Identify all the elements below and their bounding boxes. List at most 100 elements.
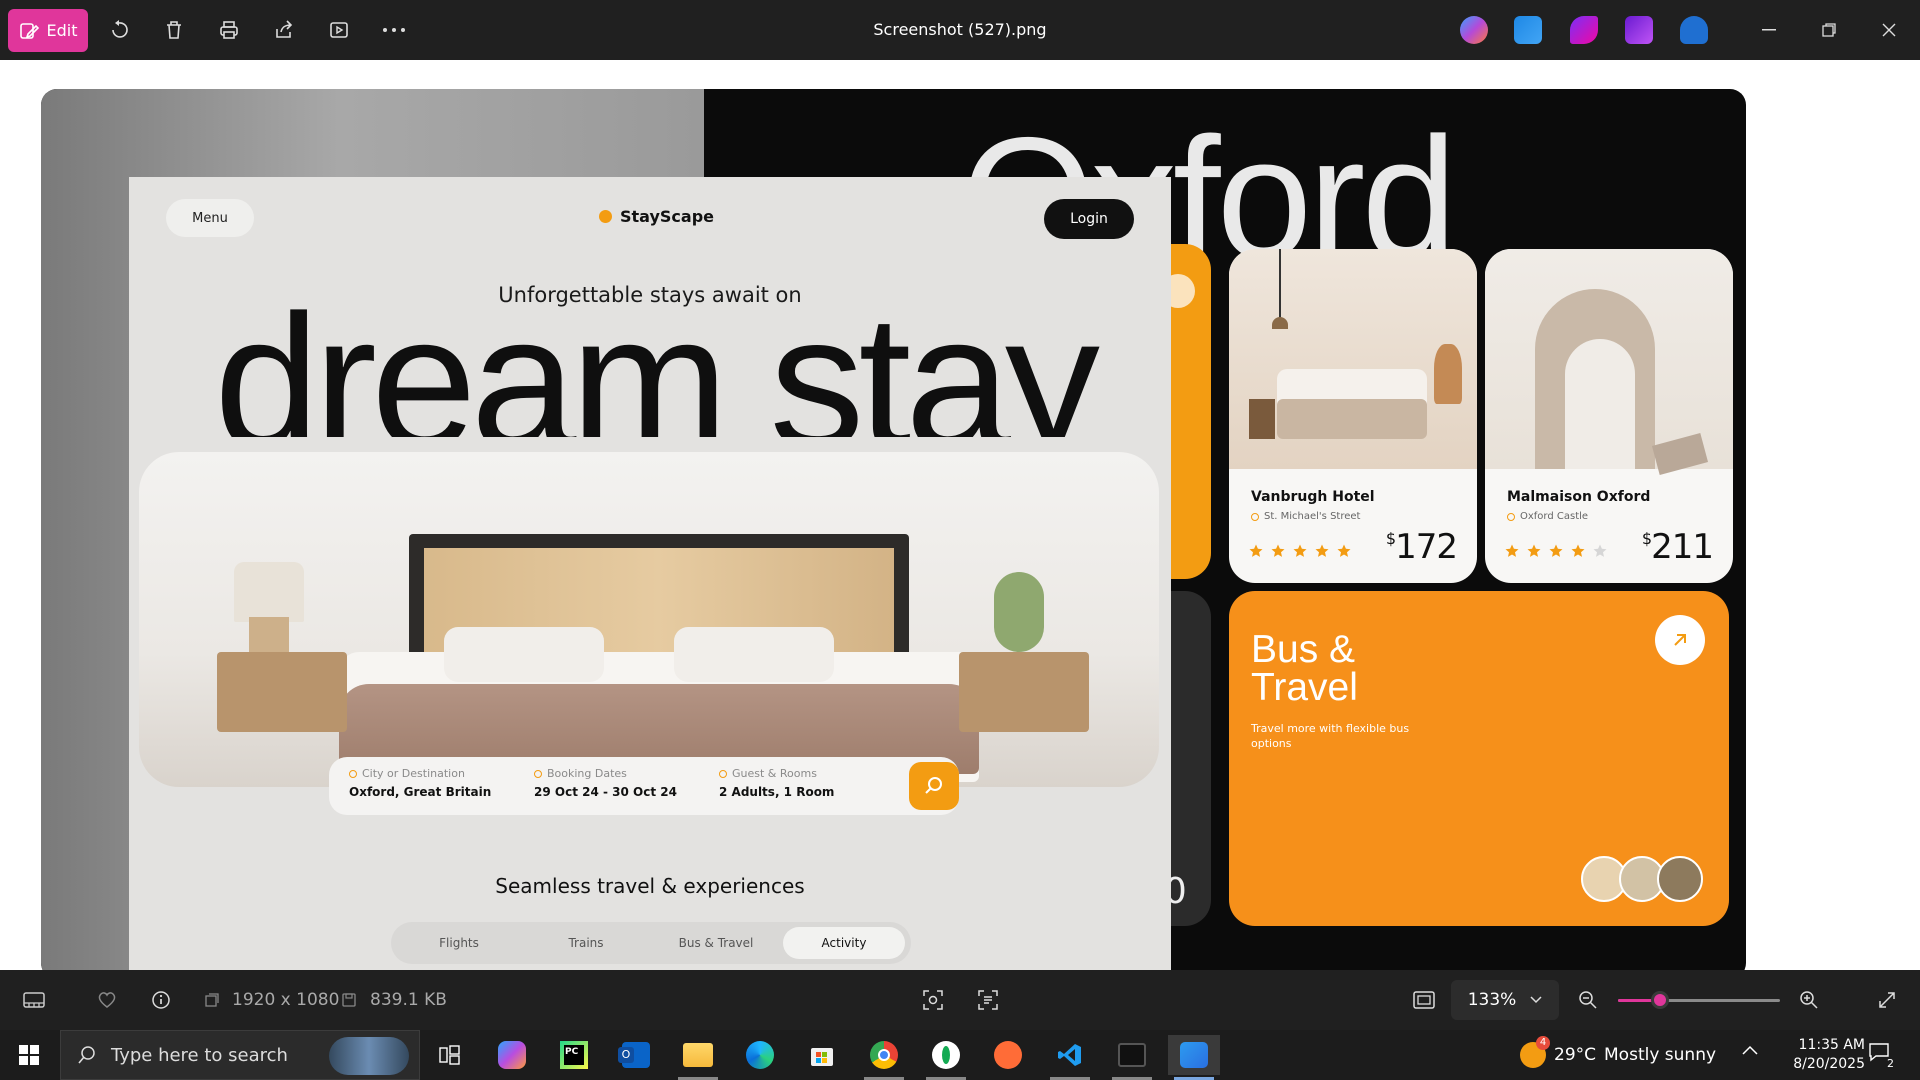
onedrive-icon[interactable]: [1680, 16, 1708, 44]
hotel-price: $211: [1641, 527, 1714, 567]
zoom-level: 133%: [1467, 990, 1517, 1010]
zoom-slider-thumb[interactable]: [1651, 991, 1670, 1009]
tab-bus-travel[interactable]: Bus & Travel: [656, 927, 776, 959]
login-button[interactable]: Login: [1044, 199, 1134, 239]
star-filled-icon: [1337, 544, 1351, 557]
search-highlight-icon: [329, 1037, 409, 1075]
star-filled-icon: [1315, 544, 1329, 557]
bus-card-subtitle: Travel more with flexible bus options: [1251, 722, 1410, 750]
show-hidden-icons-icon[interactable]: [1742, 1045, 1764, 1065]
section-title: Seamless travel & experiences: [495, 874, 805, 898]
ticket-thumbnails: [1581, 856, 1703, 902]
designer-icon[interactable]: [1570, 16, 1598, 44]
filmstrip-icon[interactable]: [18, 984, 50, 1016]
task-view-icon[interactable]: [424, 1035, 476, 1075]
pycharm-icon[interactable]: PC: [548, 1035, 600, 1075]
hotel-card[interactable]: Vanbrugh Hotel St. Michael's Street $172: [1229, 249, 1477, 583]
delete-icon[interactable]: [158, 14, 190, 46]
share-icon[interactable]: [268, 14, 300, 46]
more-options-icon[interactable]: [378, 14, 410, 46]
fit-to-window-icon[interactable]: [1408, 984, 1440, 1016]
hero-bedroom-image: [139, 452, 1159, 787]
rating-stars: [1249, 544, 1351, 558]
hotel-location: Oxford Castle: [1507, 511, 1588, 522]
chrome-icon[interactable]: [858, 1035, 910, 1080]
star-filled-icon: [1527, 544, 1541, 557]
arrow-up-right-icon[interactable]: [1655, 615, 1705, 665]
start-button[interactable]: [0, 1030, 58, 1080]
outlook-icon[interactable]: O: [610, 1035, 662, 1075]
rotate-icon[interactable]: [103, 14, 135, 46]
location-pin-icon: [349, 769, 357, 778]
photos-bottom-bar: 1920 x 1080 839.1 KB 133%: [0, 970, 1920, 1030]
weather-badge: 4: [1536, 1036, 1550, 1050]
file-size-icon: [333, 984, 365, 1016]
tab-trains[interactable]: Trains: [526, 927, 646, 959]
restore-icon[interactable]: [1805, 12, 1853, 48]
print-icon[interactable]: [213, 14, 245, 46]
copilot-app-icon[interactable]: [486, 1035, 538, 1075]
booking-dates-field[interactable]: Booking Dates 29 Oct 24 - 30 Oct 24: [534, 767, 677, 799]
mongodb-compass-icon[interactable]: [920, 1035, 972, 1080]
image-creator-icon[interactable]: [1514, 16, 1542, 44]
notifications-icon[interactable]: 2: [1868, 1042, 1898, 1070]
booking-search-bar: City or Destination Oxford, Great Britai…: [329, 757, 959, 815]
destination-field[interactable]: City or Destination Oxford, Great Britai…: [349, 767, 491, 799]
edit-button[interactable]: Edit: [8, 9, 88, 52]
location-pin-icon: [1507, 512, 1515, 521]
headline: dream stay: [214, 287, 1100, 437]
file-name-title: Screenshot (527).png: [873, 20, 1047, 39]
edit-icon: [19, 21, 39, 41]
zoom-level-dropdown[interactable]: 133%: [1451, 980, 1559, 1020]
hotel-location: St. Michael's Street: [1251, 511, 1360, 522]
bus-travel-card[interactable]: Bus & Travel Travel more with flexible b…: [1229, 591, 1729, 926]
bus-card-title: Bus & Travel: [1251, 628, 1358, 709]
weather-widget[interactable]: 4 29°C Mostly sunny: [1520, 1030, 1716, 1080]
zoom-out-icon[interactable]: [1572, 984, 1604, 1016]
guests-rooms-field[interactable]: Guest & Rooms 2 Adults, 1 Room: [719, 767, 834, 799]
hotel-photo: [1485, 249, 1733, 475]
favorite-heart-icon[interactable]: [91, 984, 123, 1016]
windows-logo-icon: [19, 1045, 39, 1065]
tab-flights[interactable]: Flights: [399, 927, 519, 959]
taskbar-search-box[interactable]: Type here to search: [60, 1030, 420, 1080]
slideshow-icon[interactable]: [323, 14, 355, 46]
photos-app-icon[interactable]: [1168, 1035, 1220, 1080]
microsoft-store-icon[interactable]: [796, 1035, 848, 1075]
star-filled-icon: [1293, 544, 1307, 557]
zoom-in-icon[interactable]: [1793, 984, 1825, 1016]
star-filled-icon: [1571, 544, 1585, 557]
visual-search-icon[interactable]: [917, 984, 949, 1016]
edge-icon[interactable]: [734, 1035, 786, 1075]
full-screen-icon[interactable]: [1871, 984, 1903, 1016]
scan-text-icon[interactable]: [972, 984, 1004, 1016]
windows-taskbar: Type here to search PC O 4 29°C Mostly s…: [0, 1030, 1920, 1080]
close-icon[interactable]: [1865, 12, 1913, 48]
tab-activity[interactable]: Activity: [783, 927, 905, 959]
clock[interactable]: 11:35 AM 8/20/2025: [1770, 1036, 1865, 1074]
hotel-card[interactable]: Malmaison Oxford Oxford Castle $211: [1485, 249, 1733, 583]
info-icon[interactable]: [145, 984, 177, 1016]
menu-button[interactable]: Menu: [166, 199, 254, 237]
location-pin-icon: [1251, 512, 1259, 521]
zoom-slider[interactable]: [1618, 991, 1780, 1009]
guest-icon: [719, 769, 727, 778]
search-placeholder: Type here to search: [111, 1044, 288, 1066]
vscode-icon[interactable]: [1044, 1035, 1096, 1080]
dimensions-icon: [196, 984, 228, 1016]
terminal-icon[interactable]: [1106, 1035, 1158, 1080]
clipchamp-icon[interactable]: [1625, 16, 1653, 44]
star-filled-icon: [1505, 544, 1519, 557]
brand-logo: StayScape: [599, 207, 714, 226]
minimize-icon[interactable]: [1745, 12, 1793, 48]
stayscape-website-mockup: Menu StayScape Login Unforgettable stays…: [129, 177, 1171, 970]
edit-label: Edit: [46, 21, 78, 40]
search-button[interactable]: [909, 762, 959, 810]
image-dimensions: 1920 x 1080: [232, 990, 340, 1010]
file-explorer-icon[interactable]: [672, 1035, 724, 1080]
postman-icon[interactable]: [982, 1035, 1034, 1075]
copilot-icon[interactable]: [1460, 16, 1488, 44]
hotel-photo: [1229, 249, 1477, 469]
image-canvas[interactable]: Oxford 20 Vanbrugh Hotel St. Michael's S…: [0, 60, 1920, 970]
displayed-image: Oxford 20 Vanbrugh Hotel St. Michael's S…: [41, 89, 1746, 970]
